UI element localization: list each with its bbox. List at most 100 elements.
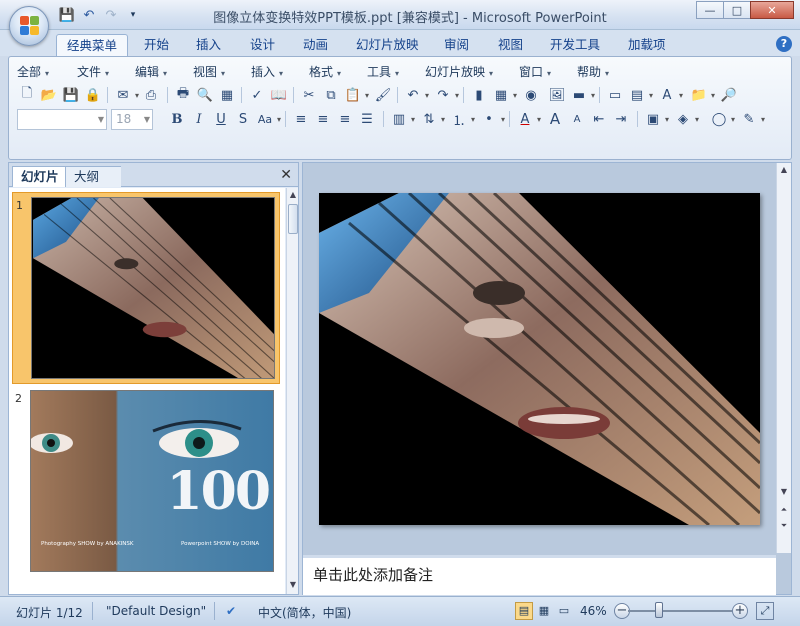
zoom-level[interactable]: 46%	[580, 604, 607, 618]
shrink-font-icon[interactable]: A	[567, 109, 587, 129]
design-icon[interactable]: ▣	[643, 109, 669, 129]
textbox-icon[interactable]: A	[657, 85, 683, 105]
shape-icon[interactable]: ◯	[709, 109, 735, 129]
spelling-icon[interactable]: ✓	[247, 85, 267, 105]
paste-icon[interactable]: 📋	[343, 85, 369, 105]
thumbnail-scrollbar[interactable]: ▲ ▼	[286, 188, 298, 594]
redo-icon[interactable]: ↷	[102, 6, 120, 24]
font-color-icon[interactable]: A	[515, 109, 541, 129]
font-name-combo[interactable]: ▼	[17, 109, 107, 130]
theme-name[interactable]: "Default Design"	[106, 604, 206, 618]
scroll-up-icon[interactable]: ▲	[777, 163, 791, 177]
email-icon[interactable]: ✉	[113, 85, 139, 105]
slide-thumbnail-2[interactable]: 2 100 Photography SHOW by ANAKINSK Power…	[12, 386, 280, 576]
slide-scrollbar[interactable]: ▲ ▼ ⏶ ⏷	[776, 163, 791, 553]
fit-window-icon[interactable]: ⤢	[756, 602, 774, 620]
font-size-combo[interactable]: 18 ▼	[111, 109, 153, 130]
underline-icon[interactable]: U	[211, 109, 231, 129]
clipart-icon[interactable]: ◉	[521, 85, 541, 105]
search-icon[interactable]: 🔎	[719, 85, 739, 105]
align-right-icon[interactable]: ≡	[335, 109, 355, 129]
folder-icon[interactable]: 📁	[689, 85, 715, 105]
align-left-icon[interactable]: ≡	[291, 109, 311, 129]
next-slide-icon[interactable]: ⏷	[777, 519, 791, 533]
slide-sorter-icon[interactable]: ▦	[535, 602, 553, 620]
numbering-icon[interactable]: ⒈	[449, 109, 475, 129]
language[interactable]: 中文(简体，中国)	[258, 604, 351, 621]
publish-icon[interactable]: ⎙	[141, 85, 161, 105]
shadow-icon[interactable]: S	[233, 109, 253, 129]
grow-font-icon[interactable]: A	[545, 109, 565, 129]
increase-indent-icon[interactable]: ⇥	[611, 109, 631, 129]
tab-review[interactable]: 审阅	[434, 34, 479, 56]
new-icon[interactable]: 🗋	[17, 85, 37, 105]
customize-icon[interactable]: ▾	[124, 6, 142, 24]
menu-tools[interactable]: 工具 ▾	[367, 63, 399, 80]
current-slide[interactable]	[319, 193, 760, 525]
tab-addins[interactable]: 加载项	[618, 34, 676, 56]
undo-icon[interactable]: ↶	[403, 85, 429, 105]
format-painter-icon[interactable]: 🖌	[373, 85, 393, 105]
previous-slide-icon[interactable]: ⏶	[777, 503, 791, 517]
close-button[interactable]: ✕	[750, 1, 794, 19]
save-icon[interactable]: 💾	[58, 6, 76, 24]
redo-icon[interactable]: ↷	[433, 85, 459, 105]
align-center-icon[interactable]: ≡	[313, 109, 333, 129]
menu-edit[interactable]: 编辑 ▾	[135, 63, 167, 80]
tab-developer[interactable]: 开发工具	[540, 34, 610, 56]
office-button[interactable]	[9, 6, 49, 46]
tab-home[interactable]: 开始	[134, 34, 179, 56]
tab-animation[interactable]: 动画	[293, 34, 338, 56]
minimize-button[interactable]: —	[696, 1, 724, 19]
columns-icon[interactable]: ▥	[389, 109, 415, 129]
menu-slideshow[interactable]: 幻灯片放映 ▾	[425, 63, 493, 80]
tab-classic-menu[interactable]: 经典菜单	[56, 34, 129, 56]
table-icon[interactable]: ▦	[491, 85, 517, 105]
spacing-icon[interactable]: Aa	[255, 109, 281, 129]
maximize-button[interactable]: □	[723, 1, 751, 19]
new-slide-icon[interactable]: ▭	[605, 85, 625, 105]
layout-icon[interactable]: ▦	[217, 85, 237, 105]
cut-icon[interactable]: ✂	[299, 85, 319, 105]
tab-slideshow[interactable]: 幻灯片放映	[346, 34, 429, 56]
undo-icon[interactable]: ↶	[80, 6, 98, 24]
new-slide-dropdown-icon[interactable]: ◈	[673, 109, 699, 129]
zoom-slider[interactable]	[628, 610, 732, 612]
save-icon[interactable]: 💾	[61, 85, 81, 105]
menu-view[interactable]: 视图 ▾	[193, 63, 225, 80]
picture-icon[interactable]: 🖼	[547, 85, 567, 105]
tab-view[interactable]: 视图	[488, 34, 533, 56]
slideshow-icon[interactable]: ▭	[555, 602, 573, 620]
tab-insert[interactable]: 插入	[186, 34, 231, 56]
italic-icon[interactable]: I	[189, 109, 209, 129]
research-icon[interactable]: 📖	[269, 85, 289, 105]
close-icon[interactable]: ✕	[280, 167, 292, 183]
justify-icon[interactable]: ☰	[357, 109, 377, 129]
tab-design[interactable]: 设计	[240, 34, 285, 56]
spelling-check-icon[interactable]: ✔	[226, 604, 236, 618]
normal-view-icon[interactable]: ▤	[515, 602, 533, 620]
open-icon[interactable]: 📂	[39, 85, 59, 105]
scroll-down-icon[interactable]: ▼	[777, 485, 791, 499]
permission-icon[interactable]: 🔒	[83, 85, 103, 105]
bullets-icon[interactable]: •	[479, 109, 505, 129]
print-preview-icon[interactable]: 🔍	[195, 85, 215, 105]
tab-slides[interactable]: 幻灯片	[12, 166, 68, 187]
zoom-thumb[interactable]	[655, 602, 664, 618]
menu-format[interactable]: 格式 ▾	[309, 63, 341, 80]
menu-insert[interactable]: 插入 ▾	[251, 63, 283, 80]
chart-icon[interactable]: ▮	[469, 85, 489, 105]
color-grayscale-icon[interactable]: ▬	[569, 85, 595, 105]
scroll-up-icon[interactable]: ▲	[287, 188, 299, 202]
decrease-indent-icon[interactable]: ⇤	[589, 109, 609, 129]
menu-window[interactable]: 窗口 ▾	[519, 63, 551, 80]
slide-thumbnail-1[interactable]: 1	[12, 192, 280, 384]
tab-outline[interactable]: 大纲	[65, 166, 122, 187]
menu-help[interactable]: 帮助 ▾	[577, 63, 609, 80]
scroll-down-icon[interactable]: ▼	[287, 578, 299, 592]
copy-icon[interactable]: ⧉	[321, 85, 341, 105]
pen-icon[interactable]: ✎	[739, 109, 765, 129]
zoom-in-icon[interactable]: +	[732, 603, 748, 619]
help-icon[interactable]: ?	[776, 36, 792, 52]
text-direction-icon[interactable]: ⇅	[419, 109, 445, 129]
